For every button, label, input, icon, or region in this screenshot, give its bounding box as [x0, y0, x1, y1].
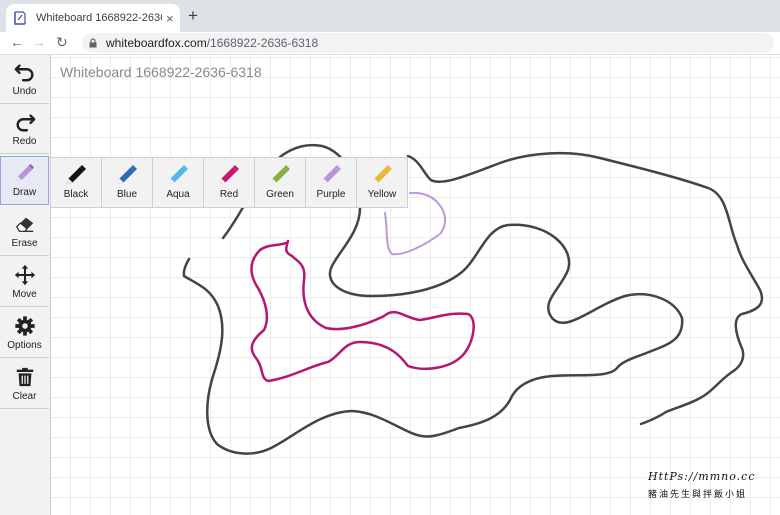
- pencil-icon: [118, 165, 137, 184]
- move-button[interactable]: Move: [0, 258, 49, 307]
- tool-label: Options: [7, 340, 42, 351]
- color-label: Green: [266, 189, 294, 200]
- tool-label: Draw: [12, 187, 37, 198]
- watermark-name: 豬油先生與拌飯小姐: [648, 490, 748, 500]
- color-label: Aqua: [166, 189, 190, 200]
- tab-title: Whiteboard 1668922-2636-6318: [36, 12, 162, 24]
- drawing-strokes: [182, 143, 764, 455]
- color-black-button[interactable]: Black: [51, 158, 102, 207]
- color-label: Yellow: [367, 189, 397, 200]
- gear-icon: [14, 316, 35, 336]
- browser-tab[interactable]: Whiteboard 1668922-2636-6318 ×: [6, 4, 180, 32]
- new-tab-icon[interactable]: +: [188, 6, 198, 26]
- tool-label: Clear: [12, 391, 37, 402]
- color-label: Red: [219, 189, 239, 200]
- move-icon: [14, 264, 35, 286]
- browser-tabstrip: Whiteboard 1668922-2636-6318 × +: [0, 0, 780, 32]
- watermark-url: HttPs://mmno.cc: [648, 470, 756, 483]
- draw-button[interactable]: Draw: [0, 156, 49, 205]
- pencil-icon: [373, 165, 392, 184]
- color-label: Blue: [116, 189, 137, 200]
- reload-icon[interactable]: ↻: [56, 34, 68, 51]
- undo-button[interactable]: Undo: [0, 55, 49, 104]
- options-button[interactable]: Options: [0, 309, 49, 358]
- lock-icon: [88, 38, 98, 48]
- eraser-icon: [15, 217, 33, 233]
- pencil-icon: [322, 165, 341, 184]
- pencil-icon: [67, 165, 86, 184]
- undo-icon: [14, 64, 33, 82]
- color-label: Purple: [316, 189, 346, 200]
- tool-sidebar: Undo Redo Draw Erase Move Options Clear: [0, 55, 51, 515]
- pencil-icon: [16, 163, 34, 182]
- tool-label: Redo: [12, 136, 37, 147]
- close-icon[interactable]: ×: [166, 11, 174, 26]
- erase-button[interactable]: Erase: [0, 207, 49, 256]
- url-host: whiteboardfox.com: [106, 36, 207, 50]
- address-bar[interactable]: whiteboardfox.com/1668922-2636-6318: [82, 33, 774, 53]
- board-title: Whiteboard 1668922-2636-6318: [60, 64, 262, 80]
- redo-icon: [16, 114, 35, 132]
- gray-stroke-right: [406, 151, 764, 426]
- trash-icon: [16, 367, 33, 387]
- color-aqua-button[interactable]: Aqua: [153, 158, 204, 207]
- pencil-icon: [220, 165, 239, 184]
- url-path: /1668922-2636-6318: [206, 36, 319, 50]
- tool-label: Move: [12, 289, 37, 300]
- magenta-stroke: [250, 239, 475, 383]
- color-label: Black: [63, 189, 89, 200]
- color-blue-button[interactable]: Blue: [102, 158, 153, 207]
- pencil-icon: [271, 165, 290, 184]
- watermark: HttPs://mmno.cc 豬油先生與拌飯小姐: [648, 470, 756, 500]
- redo-button[interactable]: Redo: [0, 105, 49, 154]
- color-red-button[interactable]: Red: [204, 158, 255, 207]
- pencil-icon: [169, 165, 188, 184]
- back-arrow-icon[interactable]: ←: [10, 34, 24, 50]
- color-green-button[interactable]: Green: [255, 158, 306, 207]
- whiteboard-favicon: [14, 11, 26, 25]
- color-yellow-button[interactable]: Yellow: [357, 158, 407, 207]
- whiteboard-canvas[interactable]: Whiteboard 1668922-2636-6318: [0, 55, 780, 515]
- browser-toolbar: ← → ↻ whiteboardfox.com/1668922-2636-631…: [0, 32, 780, 55]
- forward-arrow-icon[interactable]: →: [32, 34, 46, 50]
- tool-label: Undo: [12, 86, 37, 97]
- clear-button[interactable]: Clear: [0, 360, 49, 409]
- tool-label: Erase: [11, 238, 38, 249]
- color-palette: Black Blue Aqua Red Green Purple Yellow: [50, 157, 408, 208]
- color-purple-button[interactable]: Purple: [306, 158, 357, 207]
